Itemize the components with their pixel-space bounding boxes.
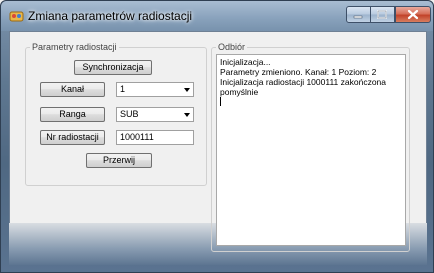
maximize-button[interactable] bbox=[371, 6, 395, 23]
range-value: SUB bbox=[120, 109, 139, 119]
channel-button[interactable]: Kanał bbox=[40, 82, 105, 97]
reception-legend: Odbiór bbox=[218, 42, 246, 52]
window-title: Zmiana parametrów radiostacji bbox=[28, 9, 193, 23]
radio-number-field[interactable]: 1000111 bbox=[116, 130, 194, 145]
title-bar[interactable]: Zmiana parametrów radiostacji bbox=[1, 1, 433, 31]
close-icon bbox=[407, 9, 419, 20]
channel-value: 1 bbox=[120, 84, 126, 94]
app-icon bbox=[9, 11, 24, 22]
range-select[interactable]: SUB bbox=[116, 107, 194, 122]
sync-button[interactable]: Synchronizacja bbox=[74, 60, 152, 75]
minimize-icon bbox=[353, 15, 363, 19]
range-button[interactable]: Ranga bbox=[40, 107, 105, 122]
log-textarea[interactable]: Inicjalizacja... Parametry zmieniono. Ka… bbox=[216, 54, 406, 246]
interrupt-button[interactable]: Przerwij bbox=[86, 153, 152, 168]
radio-parameters-legend: Parametry radiostacji bbox=[32, 42, 117, 52]
close-button[interactable] bbox=[395, 6, 431, 23]
log-line: Parametry zmieniono. Kanał: 1 Poziom: 2 bbox=[220, 67, 377, 77]
maximize-icon bbox=[377, 10, 387, 19]
radio-number-button[interactable]: Nr radiostacji bbox=[40, 130, 105, 145]
chevron-down-icon bbox=[184, 88, 190, 92]
chevron-down-icon bbox=[184, 113, 190, 117]
minimize-button[interactable] bbox=[346, 6, 371, 23]
log-line: Inicjalizacja... bbox=[220, 57, 271, 67]
text-caret bbox=[220, 97, 221, 106]
log-line: Inicjalizacja radiostacji 1000111 zakońc… bbox=[220, 77, 387, 97]
channel-select[interactable]: 1 bbox=[116, 82, 194, 97]
